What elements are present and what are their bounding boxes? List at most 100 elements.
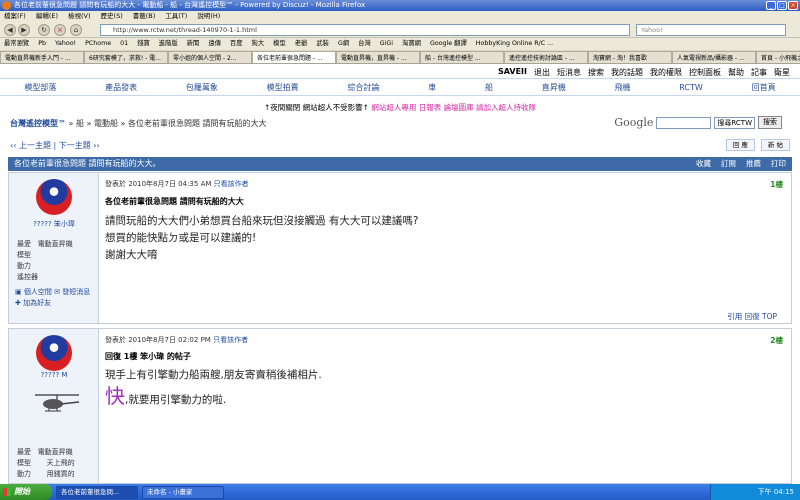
post: ????? 笨小瑋 最愛 電動直昇機 模型 動力 遙控器 ▣ 個人空間 ✉ 發短… <box>8 172 792 324</box>
taskbar-item-firefox[interactable]: 各位老前輩很急問... <box>56 485 138 499</box>
bookmark-item[interactable]: 遠傳 <box>208 40 221 47</box>
nav-item[interactable]: 車 <box>428 82 436 93</box>
bookmark-item[interactable]: 進階版 <box>159 40 178 47</box>
nav-item[interactable]: 回首頁 <box>752 82 776 93</box>
only-author-link[interactable]: 只看該作者 <box>214 180 249 188</box>
home-icon[interactable]: ⌂ <box>70 24 82 36</box>
bookmark-item[interactable]: G網 <box>338 40 349 47</box>
nav-item[interactable]: 船 <box>485 82 493 93</box>
nav-item[interactable]: RCTW <box>679 83 703 92</box>
browser-tab[interactable]: 6研究套模了，求救! - 電... <box>84 51 168 63</box>
bookmark-item[interactable]: 新聞 <box>187 40 200 47</box>
maximize-button[interactable]: □ <box>777 1 787 10</box>
nav-item[interactable]: 直昇機 <box>542 82 566 93</box>
send-message-link[interactable]: 發短消息 <box>62 288 90 296</box>
browser-tab[interactable]: 電動直昇機，直昇機 - ... <box>336 51 420 63</box>
subscribe-link[interactable]: 訂閱 <box>721 157 736 171</box>
browser-tab[interactable]: 遙控遙控技術討論區 - ... <box>504 51 588 63</box>
bookmark-item[interactable]: Pb <box>38 40 46 47</box>
reload-icon[interactable]: ↻ <box>38 24 50 36</box>
bookmark-item[interactable]: 錢寶 <box>137 40 150 47</box>
profile-link[interactable]: 個人空間 <box>24 288 52 296</box>
avatar[interactable] <box>36 335 72 371</box>
google-search-button[interactable]: 搜索 <box>758 116 782 129</box>
bookmark-item[interactable]: 老爺 <box>295 40 308 47</box>
my-permissions-link[interactable]: 我的權限 <box>650 67 682 78</box>
browser-tab-active[interactable]: 各位老前輩很急問題 - ... <box>252 51 336 63</box>
breadcrumb-path: » 船 » 電動船 » 各位老前輩很急問題 請問有玩船的大大 <box>66 119 267 128</box>
print-link[interactable]: 打印 <box>771 157 786 171</box>
post-line: ,就要用引擎動力的啦. <box>125 394 227 406</box>
messages-link[interactable]: 短消息 <box>557 67 581 78</box>
author-name[interactable]: ????? M <box>9 371 99 379</box>
nav-item[interactable]: 飛機 <box>615 82 631 93</box>
minimize-button[interactable]: _ <box>766 1 776 10</box>
bookmark-item[interactable]: 武裝 <box>316 40 329 47</box>
taskbar-item-paint[interactable]: 未命名 - 小畫家 <box>142 485 224 499</box>
menu-help[interactable]: 說明(H) <box>197 11 220 21</box>
browser-tab[interactable]: 零小姐的個人空間 - 2... <box>168 51 252 63</box>
topic-navigation[interactable]: ‹‹ 上一主題 | 下一主題 ›› <box>10 140 100 151</box>
browser-search-input[interactable]: Yahoo! <box>636 24 786 36</box>
browser-tab[interactable]: 人氣電視新品/攝影器 - ... <box>672 51 756 63</box>
bookmark-item[interactable]: 最常瀏覽 <box>4 40 29 47</box>
browser-tab[interactable]: 船 - 台灣遙控模型 ... <box>420 51 504 63</box>
satellite-link[interactable]: 衛星 <box>774 67 790 78</box>
bookmark-item[interactable]: Google 翻譯 <box>430 40 467 47</box>
logout-link[interactable]: 退出 <box>534 67 550 78</box>
nav-item[interactable]: 產品發表 <box>105 82 137 93</box>
bookmark-item[interactable]: Yahoo! <box>55 40 76 47</box>
nav-item[interactable]: 模型拍賣 <box>267 82 299 93</box>
bookmark-item[interactable]: PChome <box>85 40 111 47</box>
floor-number: 2樓 <box>770 336 783 345</box>
notice-links[interactable]: 網站超人專用 日報表 論壇圖庫 請加入超人持收隊 <box>371 103 536 112</box>
post-actions[interactable]: 引用 回復 TOP <box>727 311 777 322</box>
menu-file[interactable]: 檔案(F) <box>4 11 26 21</box>
bookmark-item[interactable]: HobbyKing Online R/C ... <box>476 40 553 47</box>
new-thread-button[interactable]: 新 帖 <box>760 139 790 151</box>
back-icon[interactable]: ◀ <box>4 24 16 36</box>
post-date: 發表於 2010年8月7日 04:35 AM <box>105 180 212 188</box>
bookmark-item[interactable]: GiGi <box>380 40 393 47</box>
notes-link[interactable]: 記事 <box>751 67 767 78</box>
forward-icon[interactable]: ▶ <box>18 24 30 36</box>
stop-icon[interactable]: × <box>54 24 66 36</box>
menu-bookmarks[interactable]: 書籤(B) <box>133 11 156 21</box>
browser-tab[interactable]: 電動直昇機新手入門 - ... <box>0 51 84 63</box>
bookmark-item[interactable]: 台灣 <box>358 40 371 47</box>
avatar[interactable] <box>36 179 72 215</box>
only-author-link[interactable]: 只看該作者 <box>213 336 248 344</box>
control-panel-link[interactable]: 控制面板 <box>689 67 721 78</box>
nav-item[interactable]: 綜合討論 <box>347 82 379 93</box>
bookmark-item[interactable]: 模型 <box>273 40 286 47</box>
bookmark-item[interactable]: 百度 <box>230 40 243 47</box>
thread-actions: 回 應 新 帖 <box>725 139 790 151</box>
menu-history[interactable]: 歷史(S) <box>101 11 123 21</box>
bookmark-item[interactable]: 狗大 <box>252 40 265 47</box>
nav-item[interactable]: 包羅萬象 <box>186 82 218 93</box>
windows-logo-icon <box>3 488 11 496</box>
start-button[interactable]: 開始 <box>0 484 52 500</box>
google-search-scope[interactable]: 搜尋RCTW <box>714 116 755 129</box>
close-button[interactable]: × <box>788 1 798 10</box>
address-bar[interactable]: http://www.rctw.net/thread-140970-1-1.ht… <box>100 24 630 36</box>
browser-tab[interactable]: 淘寶網 - 淘！我喜歡 <box>588 51 672 63</box>
add-friend-link[interactable]: 加為好友 <box>23 299 51 307</box>
breadcrumb-home[interactable]: 台灣遙控模型™ <box>10 119 66 128</box>
search-link[interactable]: 搜索 <box>588 67 604 78</box>
author-name[interactable]: ????? 笨小瑋 <box>9 219 99 229</box>
browser-tab[interactable]: 首頁 - 小飛機之家-淘寶網 <box>756 51 800 63</box>
menu-tools[interactable]: 工具(T) <box>165 11 187 21</box>
nav-item[interactable]: 模型部落 <box>24 82 56 93</box>
bookmark-item[interactable]: 01 <box>120 40 128 47</box>
google-search-input[interactable] <box>656 116 712 129</box>
favorite-link[interactable]: 收藏 <box>696 157 711 171</box>
menu-edit[interactable]: 編輯(E) <box>36 11 58 21</box>
bookmark-item[interactable]: 淘寶網 <box>402 40 421 47</box>
help-link[interactable]: 幫助 <box>728 67 744 78</box>
reply-button[interactable]: 回 應 <box>725 139 755 151</box>
my-topics-link[interactable]: 我的話題 <box>611 67 643 78</box>
menu-view[interactable]: 檢視(V) <box>68 11 91 21</box>
username-link[interactable]: SAVEII <box>498 67 527 78</box>
recommend-link[interactable]: 推薦 <box>746 157 761 171</box>
